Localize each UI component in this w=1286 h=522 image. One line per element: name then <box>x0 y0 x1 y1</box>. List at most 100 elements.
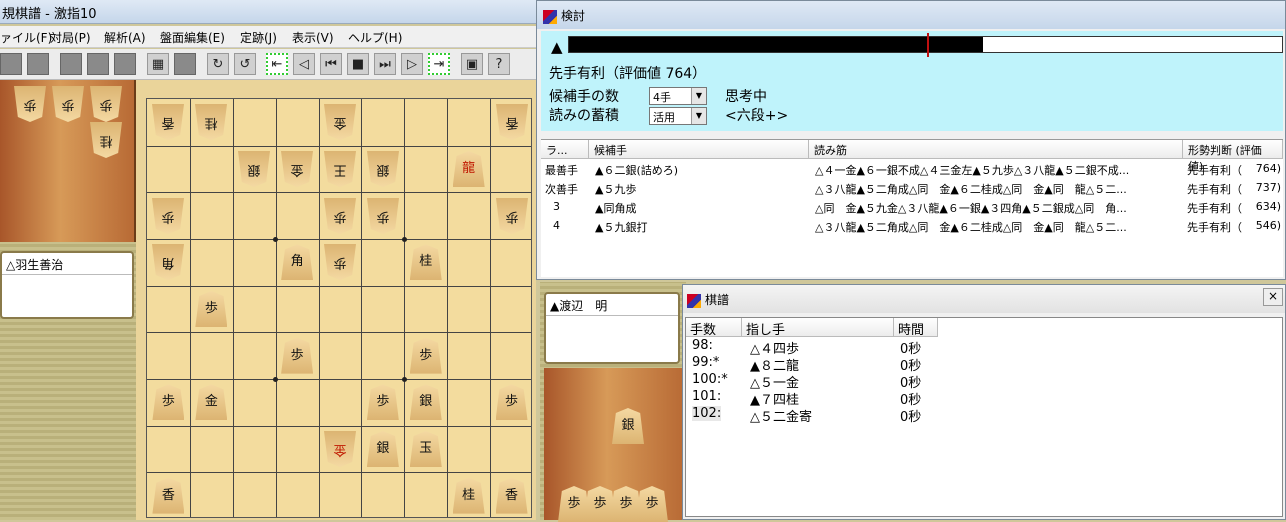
board-piece[interactable]: 銀 <box>367 151 399 187</box>
menu-game[interactable]: 対局(P) <box>50 29 91 46</box>
col-move-text[interactable]: 指し手 <box>742 318 894 338</box>
candidate-move[interactable]: ▲５九銀打 <box>595 219 805 235</box>
board-piece[interactable]: 角 <box>281 244 314 281</box>
col-move[interactable]: 候補手 <box>589 140 809 159</box>
menu-joseki[interactable]: 定跡(J) <box>240 29 277 46</box>
board-piece[interactable]: 銀 <box>238 151 270 187</box>
board-piece[interactable]: 金 <box>281 151 313 187</box>
accumulate-select[interactable]: 活用 <box>649 107 707 125</box>
next-icon[interactable]: ⏭ <box>374 53 396 75</box>
board-piece[interactable]: 歩 <box>195 291 228 327</box>
last-move-icon[interactable]: ⇥ <box>428 53 450 75</box>
analyze2-icon[interactable]: ↺ <box>234 53 256 75</box>
board-piece[interactable]: 歩 <box>152 384 185 421</box>
candidate-score: 634) <box>1255 200 1281 213</box>
board-piece[interactable]: 桂 <box>409 244 442 281</box>
col-line[interactable]: 読み筋 <box>809 140 1183 159</box>
board-line <box>318 99 320 517</box>
app-icon <box>543 9 557 24</box>
new-icon[interactable] <box>0 53 22 75</box>
board-piece[interactable]: 歩 <box>152 198 184 234</box>
board-piece[interactable]: 金 <box>324 431 356 467</box>
kifu-time[interactable]: 0秒 <box>900 406 921 425</box>
gote-player-box: △羽生善治 <box>0 251 134 319</box>
col-judge[interactable]: 形勢判断 (評価値) <box>1183 140 1283 173</box>
menu-help[interactable]: ヘルプ(H) <box>348 29 402 46</box>
analyze-icon[interactable]: ↻ <box>207 53 229 75</box>
board-piece[interactable]: 香 <box>152 104 184 140</box>
close-icon[interactable]: × <box>1263 288 1283 306</box>
save-icon[interactable] <box>60 53 82 75</box>
candidate-score: 737) <box>1255 181 1281 194</box>
board-piece[interactable]: 香 <box>496 104 528 140</box>
col-rank[interactable]: ラ... <box>541 140 589 159</box>
kifu-move-number[interactable]: 98: <box>692 338 713 353</box>
col-time[interactable]: 時間 <box>894 318 938 338</box>
next-10-icon[interactable]: ▷ <box>401 53 423 75</box>
gote-hand-piece[interactable]: 歩 <box>90 86 122 122</box>
candidates-label: 候補手の数 <box>549 89 619 105</box>
prev-10-icon[interactable]: ◁ <box>293 53 315 75</box>
board-piece[interactable]: 王 <box>324 151 356 187</box>
board-piece[interactable]: 龍 <box>452 151 485 187</box>
board-star-point <box>273 236 279 242</box>
menu-analysis[interactable]: 解析(A) <box>104 29 146 46</box>
menu-view[interactable]: 表示(V) <box>292 29 334 46</box>
candidate-move[interactable]: ▲６二銀(詰めろ) <box>595 162 805 178</box>
candidates-select[interactable]: 4手 <box>649 87 707 105</box>
shogi-board[interactable]: 香桂金香銀金王銀龍歩歩歩歩角角歩桂歩歩歩歩金歩銀歩金銀玉香桂香 <box>146 98 532 518</box>
board-line <box>147 472 531 474</box>
menu-file[interactable]: ァイル(F) <box>0 29 52 46</box>
board-piece[interactable]: 歩 <box>324 198 356 234</box>
analysis-title: 検討 <box>561 9 586 23</box>
board-piece[interactable]: 銀 <box>409 384 442 421</box>
board-piece[interactable]: 桂 <box>452 477 485 514</box>
copy-icon[interactable] <box>114 53 136 75</box>
sente-hand-piece[interactable]: 銀 <box>612 408 644 444</box>
prev-icon[interactable]: ⏮ <box>320 53 342 75</box>
gote-hand-piece[interactable]: 歩 <box>52 86 84 122</box>
kifu-move-number[interactable]: 101: <box>692 389 721 404</box>
board-piece[interactable]: 金 <box>195 384 228 421</box>
candidate-move[interactable]: ▲同角成 <box>595 200 805 216</box>
gote-hand-piece[interactable]: 桂 <box>90 122 122 158</box>
display-icon[interactable]: ▣ <box>461 53 483 75</box>
open-icon[interactable] <box>27 53 49 75</box>
candidate-judge: 先手有利（ <box>1187 202 1242 215</box>
board-piece[interactable]: 歩 <box>496 198 528 234</box>
col-move-number[interactable]: 手数 <box>686 318 742 338</box>
kifu-move[interactable]: △５二金寄 <box>750 406 812 425</box>
kifu-move-number[interactable]: 102: <box>692 406 722 421</box>
board-piece[interactable]: 歩 <box>409 337 442 374</box>
candidate-move[interactable]: ▲５九歩 <box>595 181 805 197</box>
sente-hand-piece[interactable]: 歩 <box>636 486 668 522</box>
board-piece[interactable]: 玉 <box>409 431 442 467</box>
print-icon[interactable] <box>87 53 109 75</box>
gote-hand-piece[interactable]: 歩 <box>14 86 46 122</box>
engine-rank: <六段+> <box>725 108 789 124</box>
board-piece[interactable]: 歩 <box>367 198 399 234</box>
board-edit-icon[interactable]: ▦ <box>147 53 169 75</box>
blank-icon[interactable] <box>174 53 196 75</box>
kifu-list: 手数 指し手 時間 98: △４四歩 0秒 99:* ▲８二龍 0秒 100:* △５一金 0秒… <box>685 317 1283 517</box>
candidate-score: 764) <box>1255 162 1281 175</box>
board-line <box>447 99 449 517</box>
board-piece[interactable]: 歩 <box>324 244 356 280</box>
board-piece[interactable]: 歩 <box>281 337 314 374</box>
kifu-move-number[interactable]: 100:* <box>692 372 728 387</box>
board-piece[interactable]: 桂 <box>195 104 227 140</box>
help-icon[interactable]: ? <box>488 53 510 75</box>
board-piece[interactable]: 香 <box>152 477 185 514</box>
first-move-icon[interactable]: ⇤ <box>266 53 288 75</box>
candidate-rank: 3 <box>553 200 560 213</box>
kifu-move-number[interactable]: 99:* <box>692 355 719 370</box>
board-piece[interactable]: 銀 <box>366 431 399 467</box>
board-star-point <box>401 236 407 242</box>
board-piece[interactable]: 歩 <box>366 384 399 421</box>
board-piece[interactable]: 金 <box>324 104 356 140</box>
board-piece[interactable]: 歩 <box>495 384 528 421</box>
menu-board-edit[interactable]: 盤面編集(E) <box>160 29 225 46</box>
board-piece[interactable]: 角 <box>152 244 184 280</box>
stop-icon[interactable]: ■ <box>347 53 369 75</box>
board-piece[interactable]: 香 <box>495 477 528 514</box>
